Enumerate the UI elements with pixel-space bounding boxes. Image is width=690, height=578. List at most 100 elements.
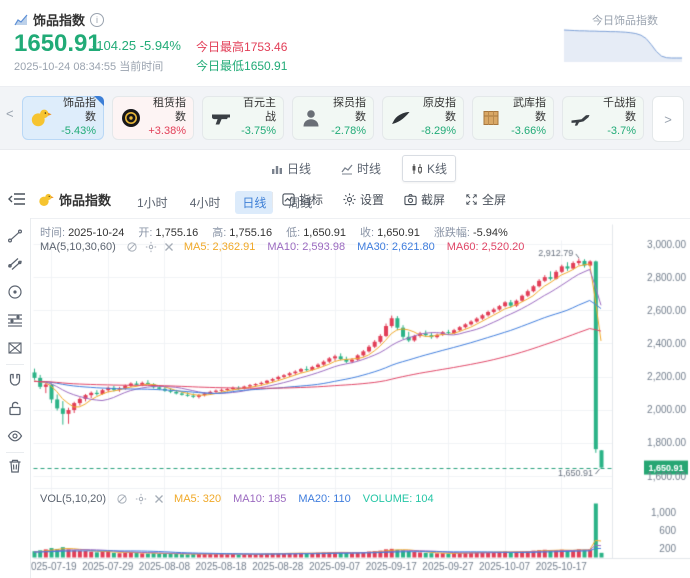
ohlc-item: 开: 1,755.16 <box>138 227 199 239</box>
card-change: -3.7% <box>607 124 636 137</box>
indicator-value: VOLUME: 104 <box>362 493 434 505</box>
line-chart-icon <box>341 164 353 174</box>
ohlc-item: 时间: 2025-10-24 <box>40 227 125 239</box>
ellipse-tool[interactable] <box>7 284 23 305</box>
next-cards-arrow[interactable]: > <box>652 96 684 142</box>
tab-1h[interactable]: 1小时 <box>130 191 175 214</box>
index-card-3[interactable]: 探员指数 -2.78% <box>292 96 374 140</box>
vol-info-row: VOL(5,10,20) MA5: 320 MA10: 185 MA20: 110 V… <box>40 493 434 505</box>
pattern-tool[interactable] <box>7 340 23 361</box>
card-name: 探员指数 <box>333 97 366 124</box>
ma-label: MA(5,10,30,60) <box>40 241 116 253</box>
tool-separator <box>6 364 24 365</box>
card-change: -3.66% <box>511 124 546 137</box>
bar-chart-icon <box>272 165 282 174</box>
skin-index-app: 饰品指数 i 1650.91 -104.25 -5.94% 2025-10-24… <box>0 0 690 578</box>
index-card-1[interactable]: 租赁指数 +3.38% <box>112 96 194 140</box>
ma-info-row: MA(5,10,30,60) MA5: 2,362.91 MA10: 2,593.… <box>40 241 524 253</box>
card-change: -3.75% <box>241 124 276 137</box>
index-card-4[interactable]: 原皮指数 -8.29% <box>382 96 464 140</box>
indicator-value: MA20: 110 <box>298 493 351 505</box>
today-low: 今日最低1650.91 <box>196 59 288 73</box>
card-change: -8.29% <box>421 124 456 137</box>
collapse-sidebar-icon[interactable] <box>8 192 26 211</box>
tab-4h[interactable]: 4小时 <box>183 191 228 214</box>
indicator-value: MA5: 2,362.91 <box>183 241 256 253</box>
index-card-2[interactable]: 百元主战 -3.75% <box>202 96 284 140</box>
duck-icon <box>31 109 52 127</box>
card-change: -5.43% <box>61 124 96 137</box>
indicator-value: MA10: 185 <box>233 493 287 505</box>
chart-actions: 指标 设置 截屏 全屏 <box>282 191 506 208</box>
card-name: 原皮指数 <box>423 97 456 124</box>
fullscreen-button[interactable]: 全屏 <box>465 191 506 208</box>
parallel-channel-tool[interactable] <box>7 256 23 277</box>
hide-indicator-icon[interactable] <box>126 241 138 253</box>
kline-view-button[interactable]: K线 <box>402 155 457 182</box>
fullscreen-icon <box>466 194 477 205</box>
knife-icon <box>392 111 410 124</box>
duck-icon <box>39 193 54 206</box>
delete-drawings-tool[interactable] <box>7 458 23 479</box>
ohlc-item: 收: 1,650.91 <box>360 227 420 239</box>
indicator-value: MA60: 2,520.20 <box>446 241 525 253</box>
camera-icon <box>404 194 417 206</box>
remove-indicator-icon[interactable] <box>154 494 164 504</box>
screenshot-button[interactable]: 截屏 <box>404 191 445 208</box>
index-card-6[interactable]: 千战指数 -3.7% <box>562 96 644 140</box>
today-high: 今日最高1753.46 <box>196 40 288 54</box>
ohlc-item: 高: 1,755.16 <box>212 227 273 239</box>
indicator-settings-icon[interactable] <box>135 493 147 505</box>
info-icon[interactable]: i <box>90 12 105 27</box>
indicators-button[interactable]: 指标 <box>282 191 323 208</box>
ohlc-item: 低: 1,650.91 <box>286 227 347 239</box>
candles-icon <box>412 163 422 174</box>
magnet-tool[interactable] <box>7 372 23 393</box>
card-name: 百元主战 <box>243 97 276 124</box>
hide-drawings-tool[interactable] <box>7 428 23 449</box>
card-change: -2.78% <box>331 124 366 137</box>
card-name: 千战指数 <box>603 97 636 124</box>
ohlc-item: 涨跌幅: -5.94% <box>433 227 508 239</box>
ohlc-info-row: 时间: 2025-10-24 开: 1,755.16 高: 1,755.16 低: 1,650… <box>40 224 508 240</box>
trend-line-tool[interactable] <box>7 228 23 249</box>
indicator-value: MA5: 320 <box>174 493 222 505</box>
index-card-5[interactable]: 武库指数 -3.66% <box>472 96 554 140</box>
hide-indicator-icon[interactable] <box>116 493 128 505</box>
period-button-row: 日线 时线 K线 <box>262 155 457 182</box>
card-change: +3.38% <box>148 124 186 137</box>
card-name: 租赁指数 <box>153 97 186 124</box>
current-price: 1650.91 <box>14 30 101 57</box>
index-card-0[interactable]: 饰品指数 -5.43% <box>22 96 104 140</box>
today-index-sparkline <box>562 26 684 64</box>
tab-daily[interactable]: 日线 <box>235 191 274 214</box>
pistol-icon <box>211 114 230 125</box>
tool-separator <box>6 452 24 453</box>
settings-button[interactable]: 设置 <box>343 191 384 208</box>
agent-icon <box>303 110 319 127</box>
hourly-view-button[interactable]: 时线 <box>332 155 390 182</box>
fib-lines-tool[interactable] <box>7 312 23 333</box>
lock-tool[interactable] <box>7 400 23 421</box>
indicator-settings-icon[interactable] <box>145 241 157 253</box>
current-datetime: 2025-10-24 08:34:55 当前时间 <box>14 61 164 73</box>
toolbar-divider <box>272 192 273 208</box>
indicator-value: MA30: 2,621.80 <box>357 241 435 253</box>
price-change: -104.25 -5.94% <box>92 38 181 53</box>
mini-chart-icon <box>14 14 28 25</box>
rent-badge-icon <box>122 109 140 127</box>
prev-cards-arrow[interactable]: < <box>6 106 14 121</box>
chart-title: 饰品指数 <box>38 190 111 209</box>
ma-values: MA5: 2,362.91 MA10: 2,593.98 MA30: 2,621.8… <box>184 241 525 253</box>
indicator-value: MA10: 2,593.98 <box>267 241 346 253</box>
page-title-row: 饰品指数 i <box>14 10 105 29</box>
card-name: 饰品指数 <box>63 97 96 124</box>
rifle-icon <box>571 115 590 126</box>
vol-label: VOL(5,10,20) <box>40 493 107 505</box>
indicator-icon <box>282 193 295 206</box>
daily-view-button[interactable]: 日线 <box>262 155 320 182</box>
remove-indicator-icon[interactable] <box>164 242 174 252</box>
card-name: 武库指数 <box>513 97 546 124</box>
page-title: 饰品指数 <box>33 13 86 28</box>
gear-icon <box>343 193 356 206</box>
